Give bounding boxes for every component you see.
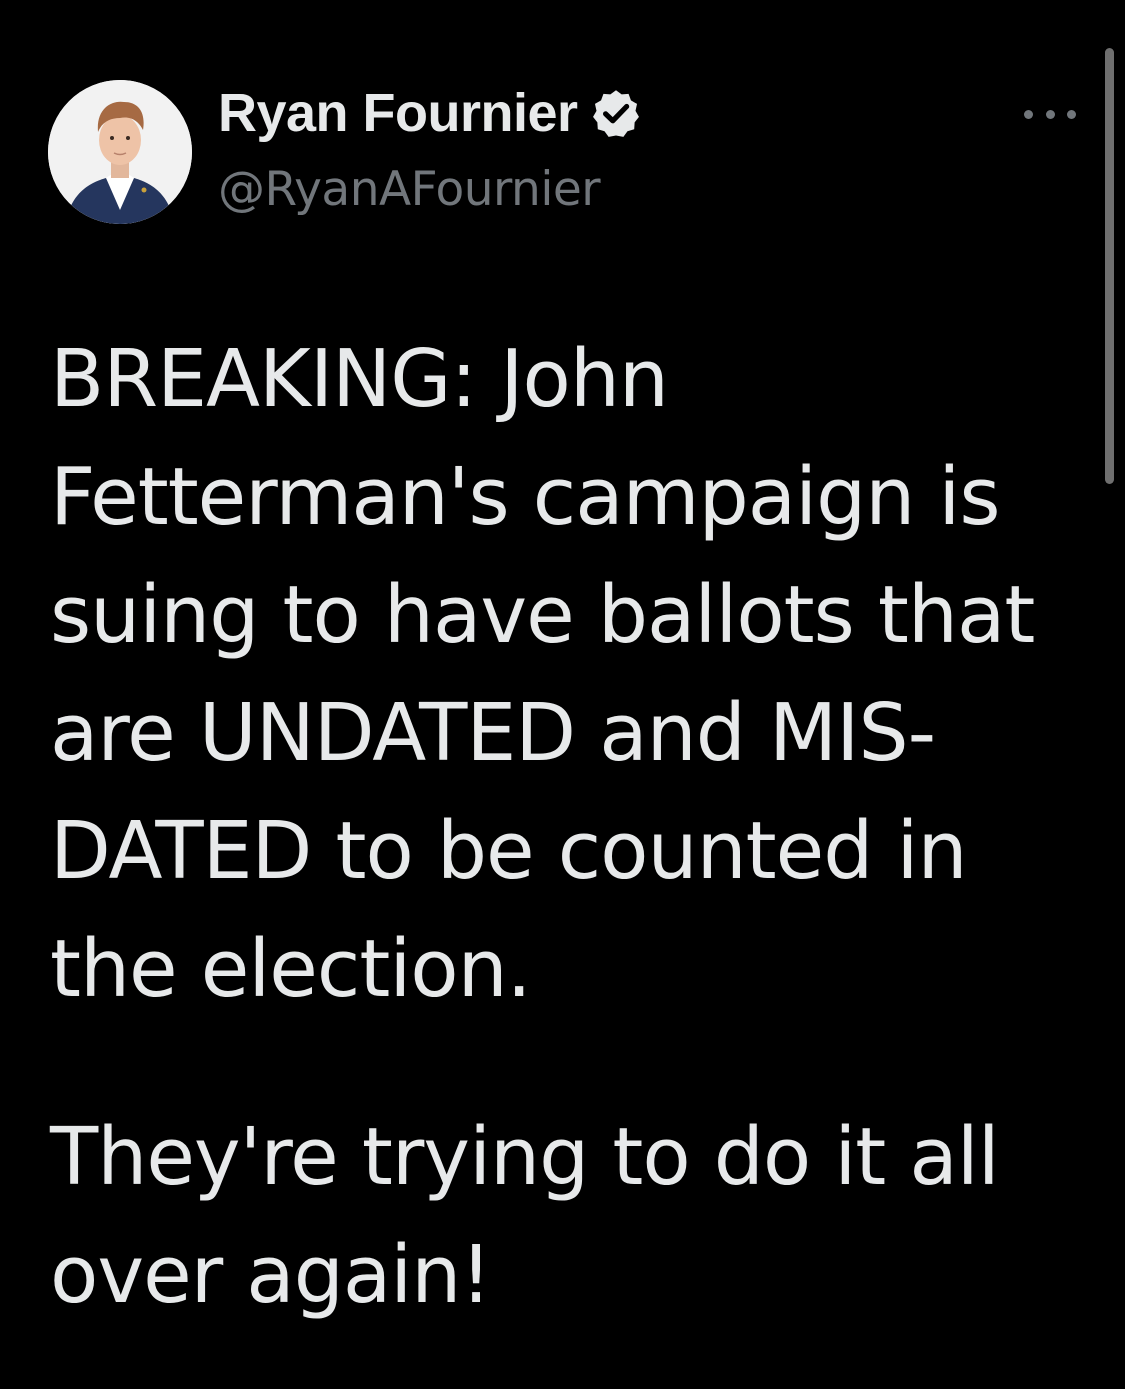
- tweet-text-paragraph: BREAKING: John Fetterman's campaign is s…: [50, 333, 1035, 1015]
- tweet-text-paragraph: They're trying to do it all over again!: [50, 1111, 1000, 1321]
- more-dot: [1045, 109, 1055, 119]
- more-dot: [1067, 109, 1076, 119]
- profile-photo: [48, 80, 192, 224]
- author-handle[interactable]: @RyanAFournier: [218, 162, 601, 217]
- tweet: Ryan Fournier @RyanAFournier BREAKING: J…: [0, 0, 1125, 1389]
- display-name[interactable]: Ryan Fournier: [218, 82, 578, 144]
- author-name-row[interactable]: Ryan Fournier: [218, 78, 642, 148]
- more-options-icon[interactable]: [1024, 96, 1076, 132]
- scrollbar[interactable]: [1105, 48, 1114, 484]
- verified-badge-icon: [592, 90, 639, 137]
- avatar[interactable]: [48, 80, 192, 224]
- more-dot: [1024, 109, 1033, 119]
